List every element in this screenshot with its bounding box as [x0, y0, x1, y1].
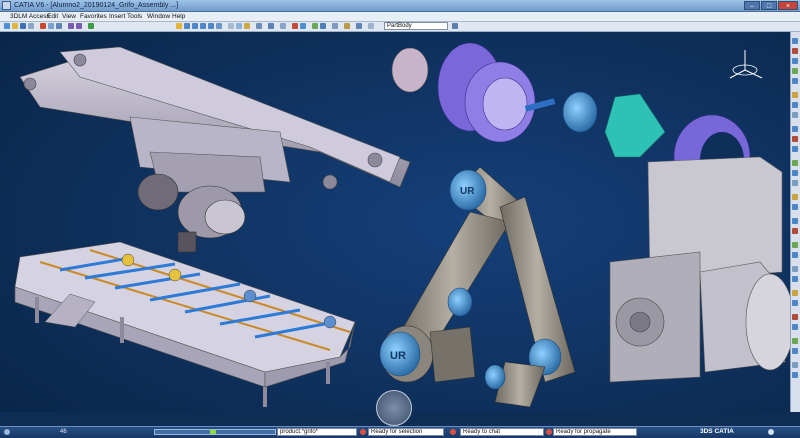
tool-icon-20[interactable] — [792, 252, 798, 258]
axis-icon[interactable] — [268, 23, 274, 29]
layer-icon[interactable] — [368, 23, 374, 29]
shading-icon[interactable] — [236, 23, 242, 29]
save-icon[interactable] — [20, 23, 26, 29]
tool-icon-6[interactable] — [792, 92, 798, 98]
redo-icon[interactable] — [76, 23, 82, 29]
tool-icon-24[interactable] — [792, 300, 798, 306]
menu-tools[interactable]: Tools — [127, 12, 142, 21]
progress-bar — [154, 429, 276, 435]
material-icon[interactable] — [344, 23, 350, 29]
window-controls: – □ × — [744, 1, 798, 10]
taskbar-start-icon[interactable] — [4, 429, 10, 435]
render-icon[interactable] — [356, 23, 362, 29]
main-toolbar: PartBody — [0, 22, 800, 32]
pad-icon[interactable] — [320, 23, 326, 29]
tool-icon-13[interactable] — [792, 170, 798, 176]
pocket-icon[interactable] — [332, 23, 338, 29]
pan-icon[interactable] — [184, 23, 190, 29]
tool-icon-7[interactable] — [792, 102, 798, 108]
product-field[interactable]: product.*grifo* — [277, 428, 357, 436]
tool-icon-16[interactable] — [792, 204, 798, 210]
tool-icon-26[interactable] — [792, 324, 798, 330]
new-icon[interactable] — [4, 23, 10, 29]
maximize-button[interactable]: □ — [761, 1, 777, 10]
fit-all-icon[interactable] — [176, 23, 182, 29]
status-bar: 46 product.*grifo* Ready for selection R… — [0, 426, 800, 438]
tool-icon-5[interactable] — [792, 78, 798, 84]
iso-view-icon[interactable] — [228, 23, 234, 29]
tool-icon-17[interactable] — [792, 218, 798, 224]
rotate-icon[interactable] — [192, 23, 198, 29]
hide-show-icon[interactable] — [244, 23, 250, 29]
tool-icon-27[interactable] — [792, 338, 798, 344]
zoom-out-icon[interactable] — [208, 23, 214, 29]
tool-icon-18[interactable] — [792, 228, 798, 234]
menu-view[interactable]: View — [62, 12, 76, 21]
3d-viewport[interactable]: UR UR — [0, 32, 795, 412]
menu-bar: 3DLM Access Edit View Favorites Insert T… — [0, 12, 800, 22]
window-title-bar[interactable]: CATIA V6 - [Alumno2_20190124_Grifo_Assem… — [0, 0, 800, 12]
copy-icon[interactable] — [48, 23, 54, 29]
undo-icon[interactable] — [68, 23, 74, 29]
assembly-icon[interactable] — [300, 23, 306, 29]
progress-indicator — [210, 430, 216, 434]
part-selector[interactable]: PartBody — [384, 22, 448, 30]
sketch-icon[interactable] — [312, 23, 318, 29]
chat-status-field[interactable]: Ready to chat — [460, 428, 544, 436]
measure-icon[interactable] — [256, 23, 262, 29]
menu-3dlm-access[interactable]: 3DLM Access — [10, 12, 50, 21]
tool-icon-29[interactable] — [792, 362, 798, 368]
tool-icon-28[interactable] — [792, 348, 798, 354]
tool-icon-25[interactable] — [792, 314, 798, 320]
tool-icon-22[interactable] — [792, 276, 798, 282]
status-number: 46 — [60, 429, 67, 435]
propagate-icon[interactable] — [546, 429, 552, 435]
window-title: CATIA V6 - [Alumno2_20190124_Grifo_Assem… — [14, 2, 179, 9]
tool-icon-14[interactable] — [792, 180, 798, 186]
ur-logo-top: UR — [460, 186, 475, 197]
menu-favorites[interactable]: Favorites — [80, 12, 107, 21]
constraint-icon[interactable] — [292, 23, 298, 29]
tool-icon-8[interactable] — [792, 112, 798, 118]
selection-status-field[interactable]: Ready for selection — [368, 428, 444, 436]
minimize-button[interactable]: – — [744, 1, 760, 10]
menu-edit[interactable]: Edit — [47, 12, 58, 21]
tool-icon-10[interactable] — [792, 136, 798, 142]
tool-icon-21[interactable] — [792, 266, 798, 272]
plane-icon[interactable] — [280, 23, 286, 29]
menu-insert[interactable]: Insert — [109, 12, 125, 21]
tool-icon-30[interactable] — [792, 372, 798, 378]
tool-icon-11[interactable] — [792, 146, 798, 152]
compass-navigator-icon[interactable] — [376, 390, 412, 426]
normal-view-icon[interactable] — [216, 23, 222, 29]
tool-icon-3[interactable] — [792, 58, 798, 64]
app-icon — [2, 1, 11, 10]
tool-icon-12[interactable] — [792, 160, 798, 166]
menu-window[interactable]: Window — [147, 12, 170, 21]
dropdown-icon[interactable] — [452, 23, 458, 29]
cut-icon[interactable] — [40, 23, 46, 29]
tool-icon-19[interactable] — [792, 242, 798, 248]
tool-icon-2[interactable] — [792, 48, 798, 54]
catia-brand-logo: 3DS CATIA — [700, 428, 734, 435]
tool-icon-23[interactable] — [792, 290, 798, 296]
chat-icon[interactable] — [450, 429, 456, 435]
status-alert-icon[interactable] — [360, 429, 366, 435]
tool-icon-4[interactable] — [792, 68, 798, 74]
tool-icon-15[interactable] — [792, 194, 798, 200]
zoom-in-icon[interactable] — [200, 23, 206, 29]
expand-icon[interactable] — [768, 429, 774, 435]
right-toolbar — [790, 32, 800, 412]
tool-icon-1[interactable] — [792, 38, 798, 44]
3d-scene: UR UR — [0, 32, 795, 412]
open-icon[interactable] — [12, 23, 18, 29]
menu-help[interactable]: Help — [172, 12, 185, 21]
propagate-status-field[interactable]: Ready for propagate — [553, 428, 637, 436]
ur-logo-base: UR — [390, 350, 406, 362]
paste-icon[interactable] — [56, 23, 62, 29]
tool-icon-9[interactable] — [792, 126, 798, 132]
print-icon[interactable] — [28, 23, 34, 29]
update-icon[interactable] — [88, 23, 94, 29]
close-button[interactable]: × — [778, 1, 798, 10]
